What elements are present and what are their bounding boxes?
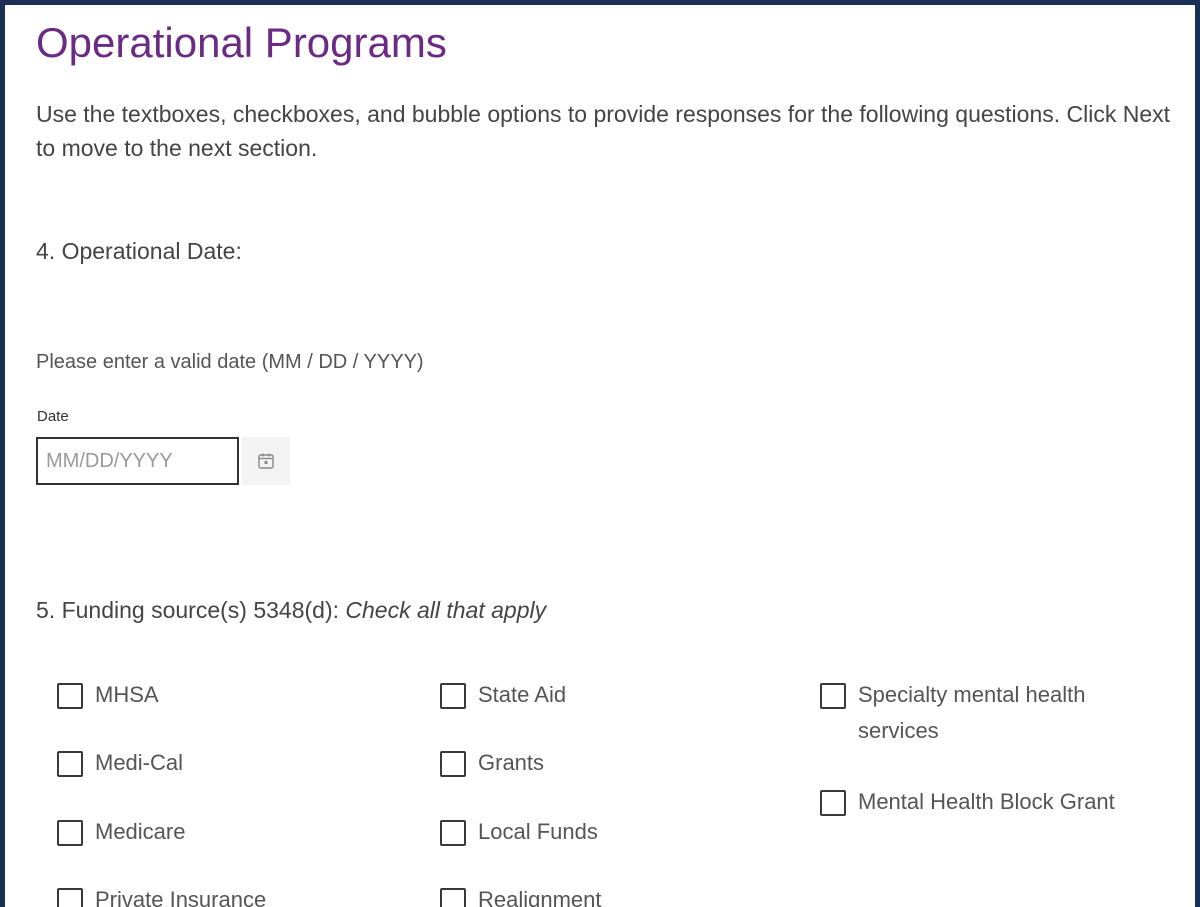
- calendar-icon: [258, 453, 274, 469]
- option-label: State Aid: [478, 682, 567, 707]
- option-state-aid[interactable]: State Aid: [440, 682, 566, 713]
- checkbox[interactable]: [820, 790, 846, 816]
- calendar-button[interactable]: [242, 437, 290, 485]
- checkbox[interactable]: [57, 820, 83, 846]
- option-mental-health-block-grant[interactable]: Mental Health Block Grant: [820, 789, 1148, 820]
- checkbox[interactable]: [440, 820, 466, 846]
- form-frame: Operational Programs Use the textboxes, …: [0, 0, 1200, 907]
- option-label: Private Insurance: [95, 887, 267, 907]
- option-mhsa[interactable]: MHSA: [57, 682, 159, 713]
- option-label: MHSA: [95, 682, 159, 707]
- page-title: Operational Programs: [36, 19, 447, 66]
- checkbox[interactable]: [440, 751, 466, 777]
- option-private-insurance[interactable]: Private Insurance: [57, 887, 266, 907]
- question-5-prefix: 5. Funding source(s) 5348(d):: [36, 597, 346, 623]
- checkbox[interactable]: [440, 888, 466, 907]
- option-local-funds[interactable]: Local Funds: [440, 819, 598, 850]
- option-label: Mental Health Block Grant: [858, 789, 1115, 814]
- question-5-label: 5. Funding source(s) 5348(d): Check all …: [36, 597, 546, 624]
- date-input[interactable]: [36, 437, 239, 485]
- instructions-text: Use the textboxes, checkboxes, and bubbl…: [36, 101, 1171, 161]
- option-medicare[interactable]: Medicare: [57, 819, 185, 850]
- checkbox[interactable]: [440, 683, 466, 709]
- option-label: Local Funds: [478, 819, 598, 844]
- checkbox[interactable]: [820, 683, 846, 709]
- checkbox[interactable]: [57, 888, 83, 907]
- option-label: Specialty mental health services: [858, 682, 1086, 743]
- date-hint: Please enter a valid date (MM / DD / YYY…: [36, 351, 424, 373]
- option-realignment[interactable]: Realignment: [440, 887, 602, 907]
- option-label: Grants: [478, 750, 545, 775]
- checkbox[interactable]: [57, 683, 83, 709]
- option-grants[interactable]: Grants: [440, 750, 544, 781]
- option-label: Medicare: [95, 819, 186, 844]
- date-field-label: Date: [37, 408, 69, 425]
- option-medi-cal[interactable]: Medi-Cal: [57, 750, 183, 781]
- option-specialty-mental-health-services[interactable]: Specialty mental health services: [820, 682, 1148, 749]
- checkbox[interactable]: [57, 751, 83, 777]
- option-label: Realignment: [478, 887, 602, 907]
- question-5-emphasis: Check all that apply: [345, 597, 547, 623]
- option-label: Medi-Cal: [95, 750, 184, 775]
- question-4-label: 4. Operational Date:: [36, 238, 242, 264]
